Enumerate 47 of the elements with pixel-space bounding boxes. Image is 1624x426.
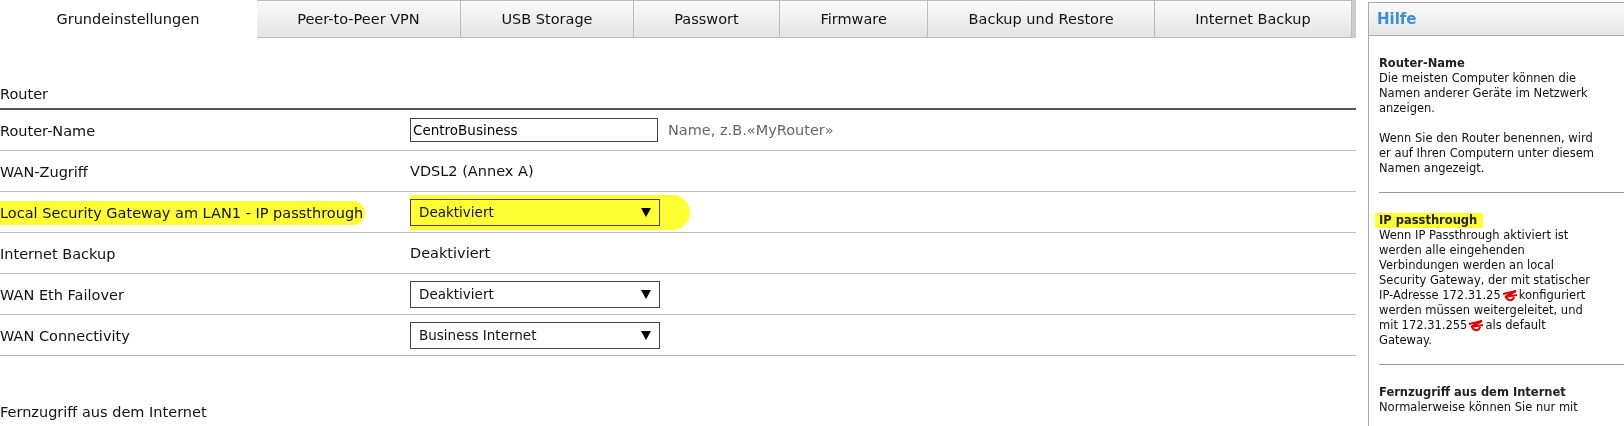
scribble-mark (1468, 318, 1485, 333)
hint-text: Name, z.B.«MyRouter» (668, 122, 834, 138)
help-text: Security Gateway, der mit statischer (1379, 273, 1590, 288)
dropdown[interactable]: Business Internet (410, 321, 660, 349)
field-label: Internet Backup (0, 244, 117, 264)
help-text: IP-Adresse 172.31.25 (1379, 288, 1501, 303)
tab[interactable]: Firmware (780, 0, 929, 38)
caret-icon (641, 289, 651, 299)
caret-icon (641, 207, 651, 217)
section-title: Router (0, 38, 1356, 110)
help-text: anzeigen. (1379, 101, 1435, 116)
help-text: als default (1485, 318, 1546, 333)
help-text: Gateway. (1379, 333, 1432, 348)
help-heading: Fernzugriff aus dem Internet (1379, 385, 1566, 400)
help-text: Wenn Sie den Router benennen, wird (1379, 131, 1593, 146)
router-name-input[interactable]: CentroBusiness (410, 118, 658, 142)
help-text: Namen anderer Geräte im Netzwerk (1379, 86, 1588, 101)
field-label: Router-Name (0, 121, 97, 141)
help-text: er auf Ihren Computern unter diesem (1379, 146, 1594, 161)
help-text: Verbindungen werden an local (1379, 258, 1554, 273)
dropdown[interactable]: Deaktiviert (410, 280, 660, 308)
tab[interactable]: Backup und Restore (928, 0, 1155, 38)
tab[interactable]: Internet Backup (1154, 0, 1352, 38)
scribble-mark (1501, 288, 1518, 303)
dropdown[interactable]: Deaktiviert (410, 198, 660, 226)
help-text: Wenn IP Passthrough aktiviert ist (1379, 228, 1569, 243)
field-value: Deaktiviert (410, 245, 491, 261)
field-value: VDSL2 (Annex A) (410, 163, 534, 179)
field-label: WAN Connectivity (0, 326, 131, 346)
help-text: konfiguriert (1518, 288, 1586, 303)
help-text: Normalerweise können Sie nur mit (1379, 400, 1578, 415)
section-title: Fernzugriff aus dem Internet (0, 356, 1356, 426)
tab[interactable]: Passwort (633, 0, 781, 38)
caret-icon (641, 330, 651, 340)
help-text: Die meisten Computer können die (1379, 71, 1577, 86)
field-label: Local Security Gateway am LAN1 - IP passthrough (0, 200, 366, 225)
tab[interactable]: USB Storage (461, 0, 634, 38)
field-label: WAN Eth Failover (0, 285, 125, 305)
help-heading: Router-Name (1379, 56, 1465, 71)
tab[interactable]: Peer-to-Peer VPN (256, 0, 462, 38)
field-label: WAN-Zugriff (0, 162, 89, 182)
help-text: Namen angezeigt. (1379, 161, 1485, 176)
help-text: mit 172.31.255 (1379, 318, 1468, 333)
help-text: werden alle eingehenden (1379, 243, 1525, 258)
help-text: werden müssen weitergeleitet, und (1379, 303, 1583, 318)
help-title: Hilfe (1377, 10, 1417, 28)
help-heading: IP passthrough (1375, 213, 1484, 228)
